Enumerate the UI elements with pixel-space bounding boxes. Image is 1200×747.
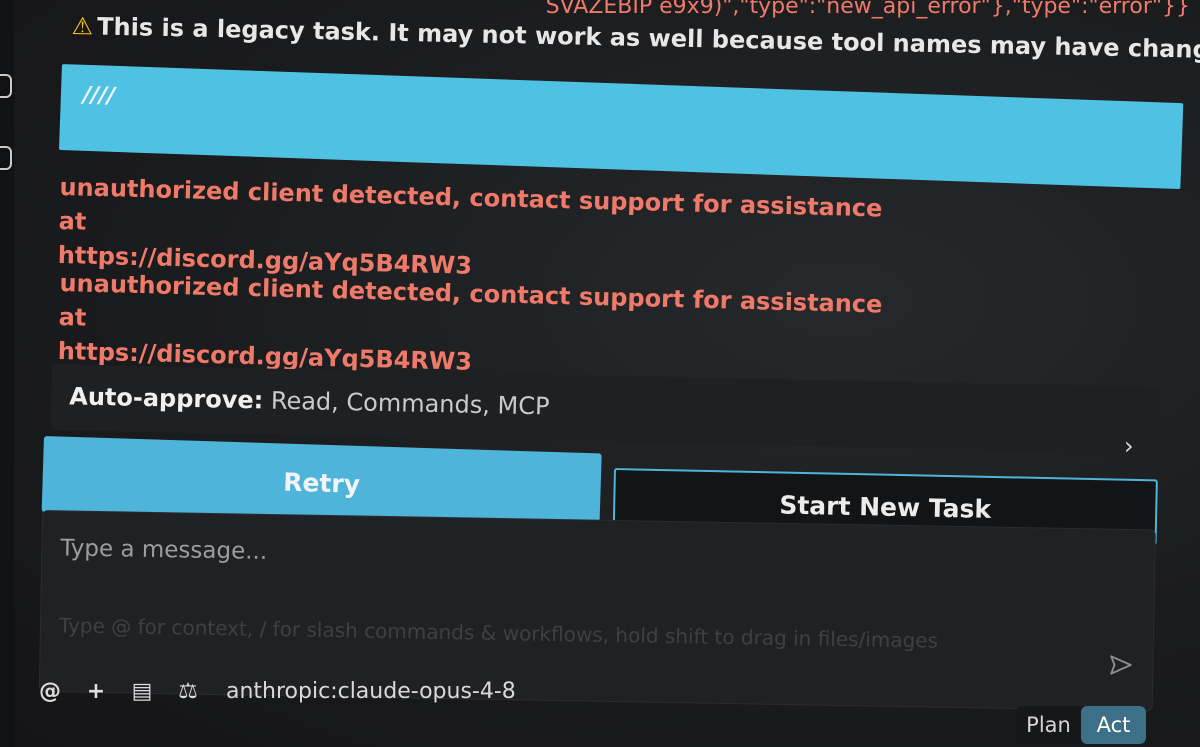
chat-panel: SVAZEBIP e9x9)","type":"new_api_error"},… [0, 0, 1200, 747]
rail-tab-icon[interactable] [0, 146, 12, 170]
act-mode-button[interactable]: Act [1081, 706, 1146, 744]
message-input-hint: Type @ for context, / for slash commands… [58, 613, 939, 653]
scale-icon[interactable]: ⚖ [176, 679, 200, 704]
chevron-right-icon[interactable]: › [1124, 434, 1144, 458]
user-message-text: //// [82, 82, 116, 109]
rail-tab-icon[interactable] [0, 74, 12, 98]
left-rail [0, 0, 14, 747]
at-icon[interactable]: @ [38, 679, 62, 704]
send-icon[interactable] [1108, 652, 1134, 678]
plus-icon[interactable]: + [84, 679, 108, 704]
plan-act-toggle[interactable]: Plan Act [1016, 706, 1146, 744]
auto-approve-bar[interactable]: Auto-approve: Read, Commands, MCP [50, 364, 1162, 454]
rules-icon[interactable]: ▤ [130, 679, 154, 704]
plan-mode-button[interactable]: Plan [1016, 706, 1081, 744]
message-input-placeholder: Type a message... [60, 535, 268, 565]
model-selector[interactable]: anthropic:claude-opus-4-8 [226, 679, 516, 704]
auto-approve-values: Read, Commands, MCP [270, 386, 550, 421]
auto-approve-label: Auto-approve: [69, 382, 264, 415]
warning-triangle-icon: ⚠ [71, 12, 94, 41]
input-toolbar: @ + ▤ ⚖ anthropic:claude-opus-4-8 [38, 666, 738, 716]
